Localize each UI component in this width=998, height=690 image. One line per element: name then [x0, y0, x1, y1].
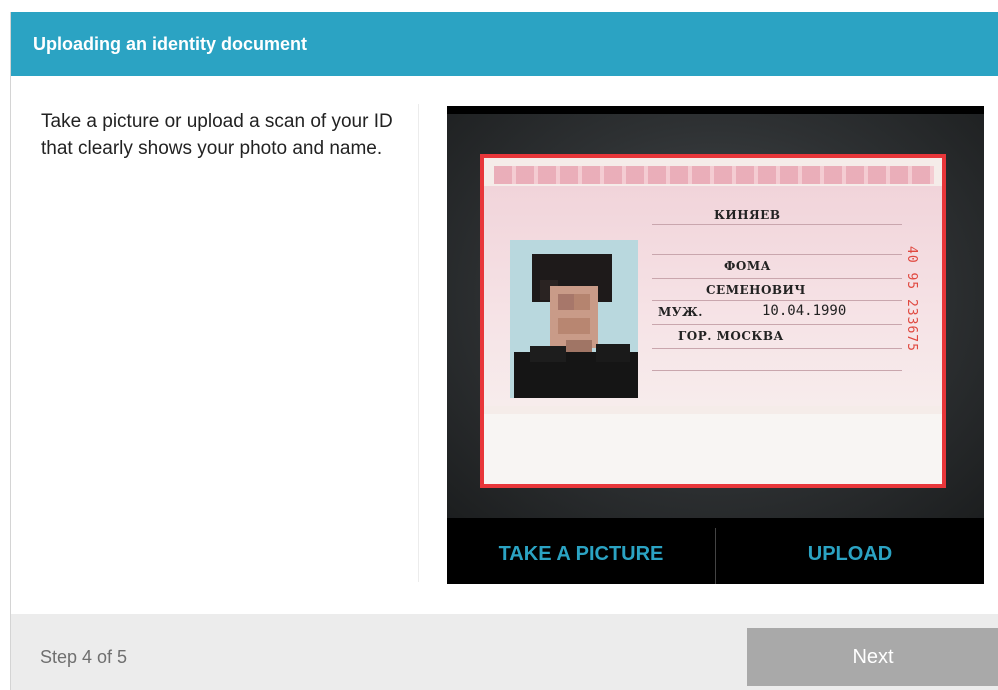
upload-button[interactable]: UPLOAD: [716, 524, 984, 584]
column-divider: [418, 104, 419, 582]
document-lower-page: [484, 414, 942, 484]
document-surname: КИНЯЕВ: [714, 208, 781, 222]
step-indicator: Step 4 of 5: [40, 647, 128, 667]
document-birth-place: ГОР. МОСКВА: [678, 329, 784, 343]
dialog-title: Uploading an identity document: [33, 34, 307, 54]
camera-view: КИНЯЕВ ФОМА СЕМЕНОВИЧ МУЖ. 10.04.1990 ГО…: [447, 114, 984, 518]
upload-id-dialog: Uploading an identity document Take a pi…: [10, 12, 998, 690]
document-line: [652, 300, 902, 301]
document-birth-date: 10.04.1990: [762, 303, 847, 319]
document-detection-frame: КИНЯЕВ ФОМА СЕМЕНОВИЧ МУЖ. 10.04.1990 ГО…: [480, 154, 946, 488]
next-button[interactable]: Next: [747, 628, 998, 686]
document-line: [652, 224, 902, 225]
document-sex: МУЖ.: [658, 305, 703, 319]
document-line: [652, 370, 902, 371]
document-given-name: ФОМА: [724, 259, 771, 273]
document-serial-number: 40 95 233675: [904, 246, 919, 352]
instruction-text: Take a picture or upload a scan of your …: [41, 111, 393, 159]
dialog-header: Uploading an identity document: [11, 12, 998, 76]
document-line: [652, 324, 902, 325]
capture-button-bar: TAKE A PICTURE UPLOAD: [447, 524, 984, 584]
document-patronymic: СЕМЕНОВИЧ: [706, 283, 806, 297]
document-line: [652, 278, 902, 279]
document-line: [652, 254, 902, 255]
take-picture-button[interactable]: TAKE A PICTURE: [447, 524, 715, 584]
document-photo-pixelated: [510, 240, 638, 398]
camera-preview-panel: КИНЯЕВ ФОМА СЕМЕНОВИЧ МУЖ. 10.04.1990 ГО…: [447, 106, 984, 584]
preview-top-bar: [447, 106, 984, 114]
document-line: [652, 348, 902, 349]
dialog-footer: Step 4 of 5 Next: [11, 614, 998, 690]
document-top-stripe: [494, 166, 934, 184]
